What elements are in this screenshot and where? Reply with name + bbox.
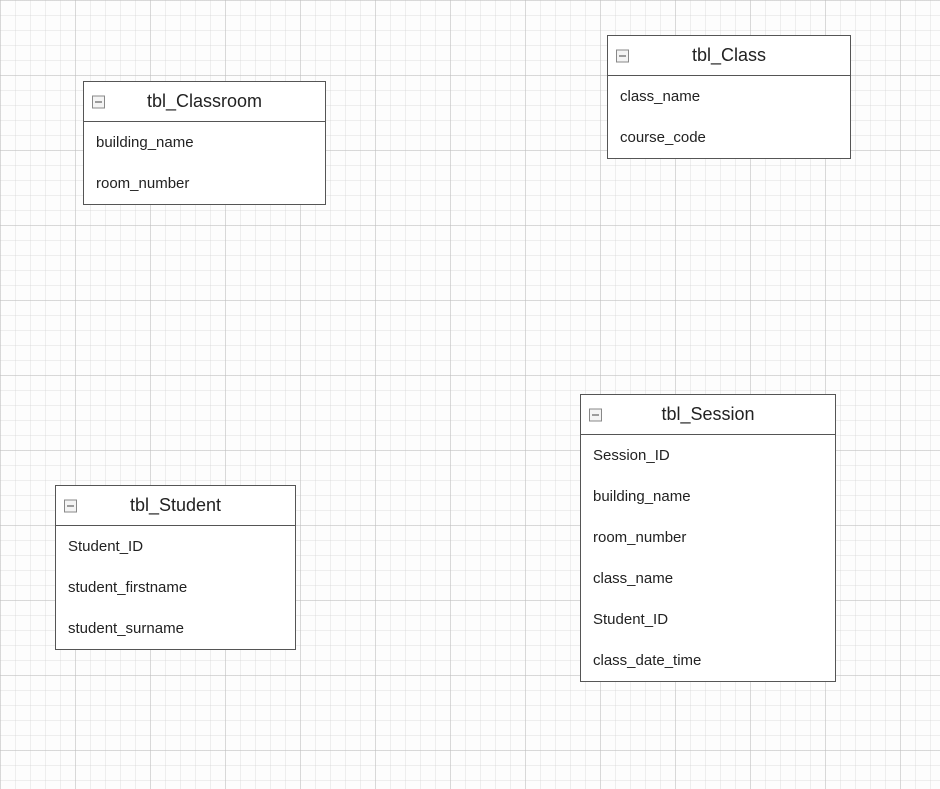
collapse-icon[interactable] bbox=[616, 49, 629, 62]
table-row[interactable]: Session_ID bbox=[581, 435, 835, 476]
column-name: room_number bbox=[593, 529, 686, 546]
table-row[interactable]: course_code bbox=[608, 117, 850, 158]
table-class[interactable]: tbl_Class class_name course_code bbox=[607, 35, 851, 159]
table-session-header[interactable]: tbl_Session bbox=[581, 395, 835, 435]
table-title: tbl_Class bbox=[692, 45, 766, 65]
table-row[interactable]: room_number bbox=[84, 163, 325, 204]
column-name: course_code bbox=[620, 129, 706, 146]
table-classroom-rows: building_name room_number bbox=[84, 122, 325, 204]
column-name: student_surname bbox=[68, 620, 184, 637]
collapse-icon[interactable] bbox=[92, 95, 105, 108]
column-name: Student_ID bbox=[68, 538, 143, 555]
column-name: class_name bbox=[593, 570, 673, 587]
table-title: tbl_Session bbox=[661, 404, 754, 424]
column-name: room_number bbox=[96, 175, 189, 192]
table-student-rows: Student_ID student_firstname student_sur… bbox=[56, 526, 295, 649]
collapse-icon[interactable] bbox=[589, 408, 602, 421]
table-row[interactable]: building_name bbox=[581, 476, 835, 517]
table-class-rows: class_name course_code bbox=[608, 76, 850, 158]
column-name: class_date_time bbox=[593, 652, 701, 669]
table-classroom-header[interactable]: tbl_Classroom bbox=[84, 82, 325, 122]
column-name: building_name bbox=[96, 134, 194, 151]
table-student-header[interactable]: tbl_Student bbox=[56, 486, 295, 526]
table-session-rows: Session_ID building_name room_number cla… bbox=[581, 435, 835, 681]
table-row[interactable]: student_firstname bbox=[56, 567, 295, 608]
table-title: tbl_Classroom bbox=[147, 91, 262, 111]
table-classroom[interactable]: tbl_Classroom building_name room_number bbox=[83, 81, 326, 205]
column-name: class_name bbox=[620, 88, 700, 105]
table-class-header[interactable]: tbl_Class bbox=[608, 36, 850, 76]
table-row[interactable]: class_name bbox=[581, 558, 835, 599]
collapse-icon[interactable] bbox=[64, 499, 77, 512]
table-row[interactable]: room_number bbox=[581, 517, 835, 558]
table-session[interactable]: tbl_Session Session_ID building_name roo… bbox=[580, 394, 836, 682]
table-row[interactable]: student_surname bbox=[56, 608, 295, 649]
column-name: Session_ID bbox=[593, 447, 670, 464]
column-name: Student_ID bbox=[593, 611, 668, 628]
table-row[interactable]: class_date_time bbox=[581, 640, 835, 681]
table-title: tbl_Student bbox=[130, 495, 221, 515]
table-row[interactable]: building_name bbox=[84, 122, 325, 163]
table-row[interactable]: Student_ID bbox=[56, 526, 295, 567]
table-student[interactable]: tbl_Student Student_ID student_firstname… bbox=[55, 485, 296, 650]
table-row[interactable]: Student_ID bbox=[581, 599, 835, 640]
column-name: building_name bbox=[593, 488, 691, 505]
table-row[interactable]: class_name bbox=[608, 76, 850, 117]
column-name: student_firstname bbox=[68, 579, 187, 596]
